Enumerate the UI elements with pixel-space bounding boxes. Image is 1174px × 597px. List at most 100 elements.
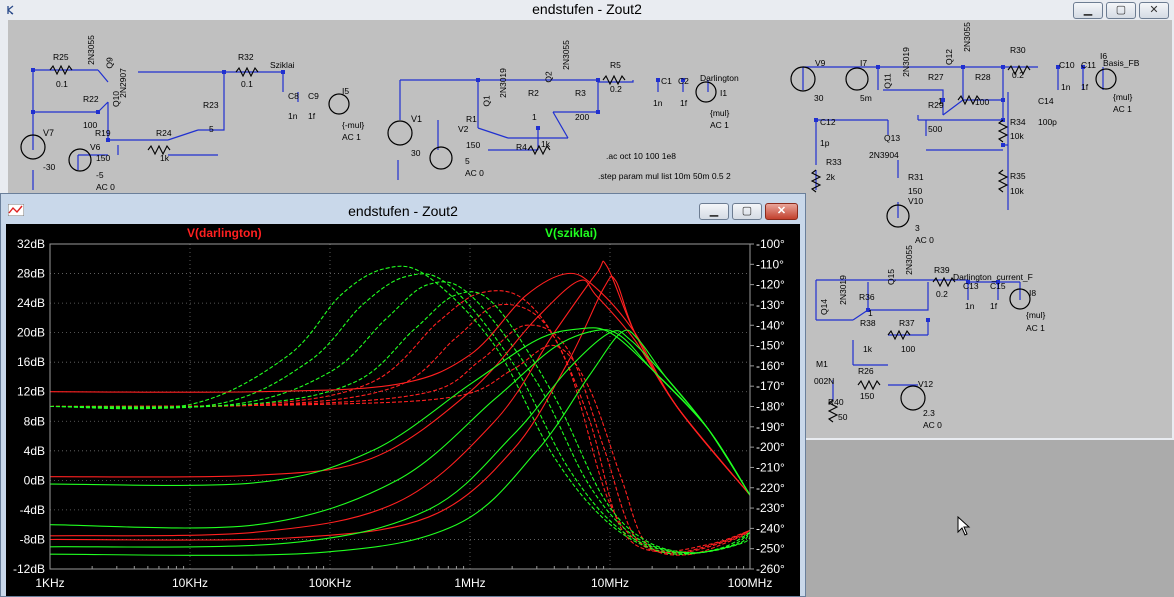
ac-I8: AC 1: [1026, 323, 1045, 333]
value-Q13: 2N3904: [869, 150, 899, 160]
value-V9: 30: [814, 93, 824, 103]
plot-window[interactable]: endstufen - Zout2 ▁ ▢ ✕ 32dB 28dB 24dB 20dB…: [0, 193, 806, 597]
value-R34: 10k: [1010, 131, 1024, 141]
label-C9: C9: [308, 91, 319, 101]
value-R36: 1: [868, 308, 873, 318]
darlington-magnitude-trace-3: [49, 260, 751, 537]
value-M1: 002N: [814, 376, 835, 386]
y-left-tick-label: 24dB: [17, 296, 45, 310]
value-C14: 100p: [1038, 117, 1057, 127]
y-right-tick-label: -150°: [756, 339, 785, 353]
label-C8: C8: [288, 91, 299, 101]
value-R39: 0.2: [936, 289, 948, 299]
label-R28: R28: [975, 72, 991, 82]
value-C11: 1f: [1081, 82, 1089, 92]
label-R35: R35: [1010, 171, 1026, 181]
label-R40: R40: [828, 397, 844, 407]
y-left-tick-label: 16dB: [17, 355, 45, 369]
trace-legend-sziklai[interactable]: V(sziklai): [545, 226, 597, 240]
label-C12: C12: [820, 117, 836, 127]
label-V10: V10: [908, 196, 924, 206]
bode-plot: 32dB 28dB 24dB 20dB 16dB 12dB 8dB 4dB 0dB -4dB -8d…: [13, 237, 785, 590]
label-C11: C11: [1081, 60, 1096, 70]
directive-ac[interactable]: .ac oct 10 100 1e8: [606, 151, 676, 161]
label-V6: V6: [90, 142, 101, 152]
value-Q15: 2N3055: [903, 245, 914, 275]
y-right-tick-label: -220°: [756, 481, 785, 495]
y-right-tick-label: -130°: [756, 298, 785, 312]
minimize-button[interactable]: ▁: [1073, 2, 1103, 19]
y-right-tick-label: -230°: [756, 501, 785, 515]
x-tick-label: 100MHz: [728, 576, 773, 590]
maximize-button[interactable]: ▢: [1106, 2, 1136, 19]
net-label-basis-fb: Basis_FB: [1103, 58, 1140, 68]
label-C15: C15: [990, 281, 1006, 291]
label-I7: I7: [860, 58, 868, 68]
plot-close-button[interactable]: ✕: [765, 203, 798, 220]
y-left-tick-label: 8dB: [24, 414, 45, 428]
label-R1: R1: [466, 114, 477, 124]
y-right-tick-label: -140°: [756, 318, 785, 332]
label-I1: I1: [720, 88, 728, 98]
label-M1: M1: [816, 359, 828, 369]
label-V2: V2: [458, 124, 469, 134]
value-R40: 50: [838, 412, 848, 422]
sziklai-magnitude-trace-2: [49, 329, 751, 529]
label-V1: V1: [411, 114, 423, 124]
value-R19: 150: [96, 153, 111, 163]
ac-V10: AC 0: [915, 235, 934, 245]
value-R37: 100: [901, 344, 916, 354]
value-R5: 0.2: [610, 84, 622, 94]
net-label-darlington: Darlington: [700, 73, 739, 83]
schematic-titlebar[interactable]: endstufen - Zout2 ▁ ▢ ✕: [0, 0, 1174, 20]
value-R35: 10k: [1010, 186, 1024, 196]
value-C10: 1n: [1061, 82, 1071, 92]
value-I5: {-mul}: [342, 120, 365, 130]
value-I6: {mul}: [1113, 92, 1133, 102]
y-right-tick-label: -210°: [756, 460, 785, 474]
plot-maximize-button[interactable]: ▢: [732, 203, 762, 220]
value-C13: 1n: [965, 301, 975, 311]
label-R39: R39: [934, 265, 950, 275]
plot-canvas[interactable]: 32dB 28dB 24dB 20dB 16dB 12dB 8dB 4dB 0dB -4dB -8d…: [6, 224, 800, 596]
mouse-cursor-icon: [957, 516, 971, 536]
label-Q9: Q9: [104, 57, 115, 69]
darlington-phase-trace-3: [49, 324, 751, 554]
label-R4: R4: [516, 142, 527, 152]
value-V7: -30: [43, 162, 56, 172]
trace-legend-darlington[interactable]: V(darlington): [187, 226, 262, 240]
value-I7: 5m: [860, 93, 872, 103]
value-C8: 1n: [288, 111, 298, 121]
label-V12: V12: [918, 379, 934, 389]
label-Q15: Q15: [886, 268, 897, 286]
value-R26: 150: [860, 391, 875, 401]
label-R19: R19: [95, 128, 111, 138]
y-right-tick-label: -120°: [756, 278, 785, 292]
label-R32: R32: [238, 52, 254, 62]
plot-minimize-button[interactable]: ▁: [699, 203, 729, 220]
value-R3: 200: [575, 112, 590, 122]
ac-V12: AC 0: [923, 420, 942, 430]
close-button[interactable]: ✕: [1139, 2, 1169, 19]
value-R4: 1k: [541, 139, 550, 149]
y-right-tick-label: -160°: [756, 359, 785, 373]
x-tick-label: 1KHz: [35, 576, 64, 590]
y-left-tick-label: 28dB: [17, 267, 45, 281]
value-Q10: 2N2907: [117, 68, 128, 98]
y-left-tick-label: 0dB: [24, 473, 45, 487]
plot-title: endstufen - Zout2: [348, 203, 458, 219]
value-C1: 1n: [653, 98, 663, 108]
label-R27: R27: [928, 72, 944, 82]
ac-I6: AC 1: [1113, 104, 1132, 114]
label-R36: R36: [859, 292, 875, 302]
y-right-tick-label: -110°: [756, 257, 784, 271]
label-C2: C2: [678, 76, 689, 86]
plot-titlebar[interactable]: endstufen - Zout2 ▁ ▢ ✕: [1, 194, 805, 224]
label-C14: C14: [1038, 96, 1054, 106]
value-R1: 150: [466, 140, 481, 150]
value-C9: 1f: [308, 111, 316, 121]
value-Q14: 2N3019: [837, 275, 848, 305]
label-C10: C10: [1059, 60, 1075, 70]
ac-V2: AC 0: [465, 168, 484, 178]
directive-step[interactable]: .step param mul list 10m 50m 0.5 2: [598, 171, 731, 181]
